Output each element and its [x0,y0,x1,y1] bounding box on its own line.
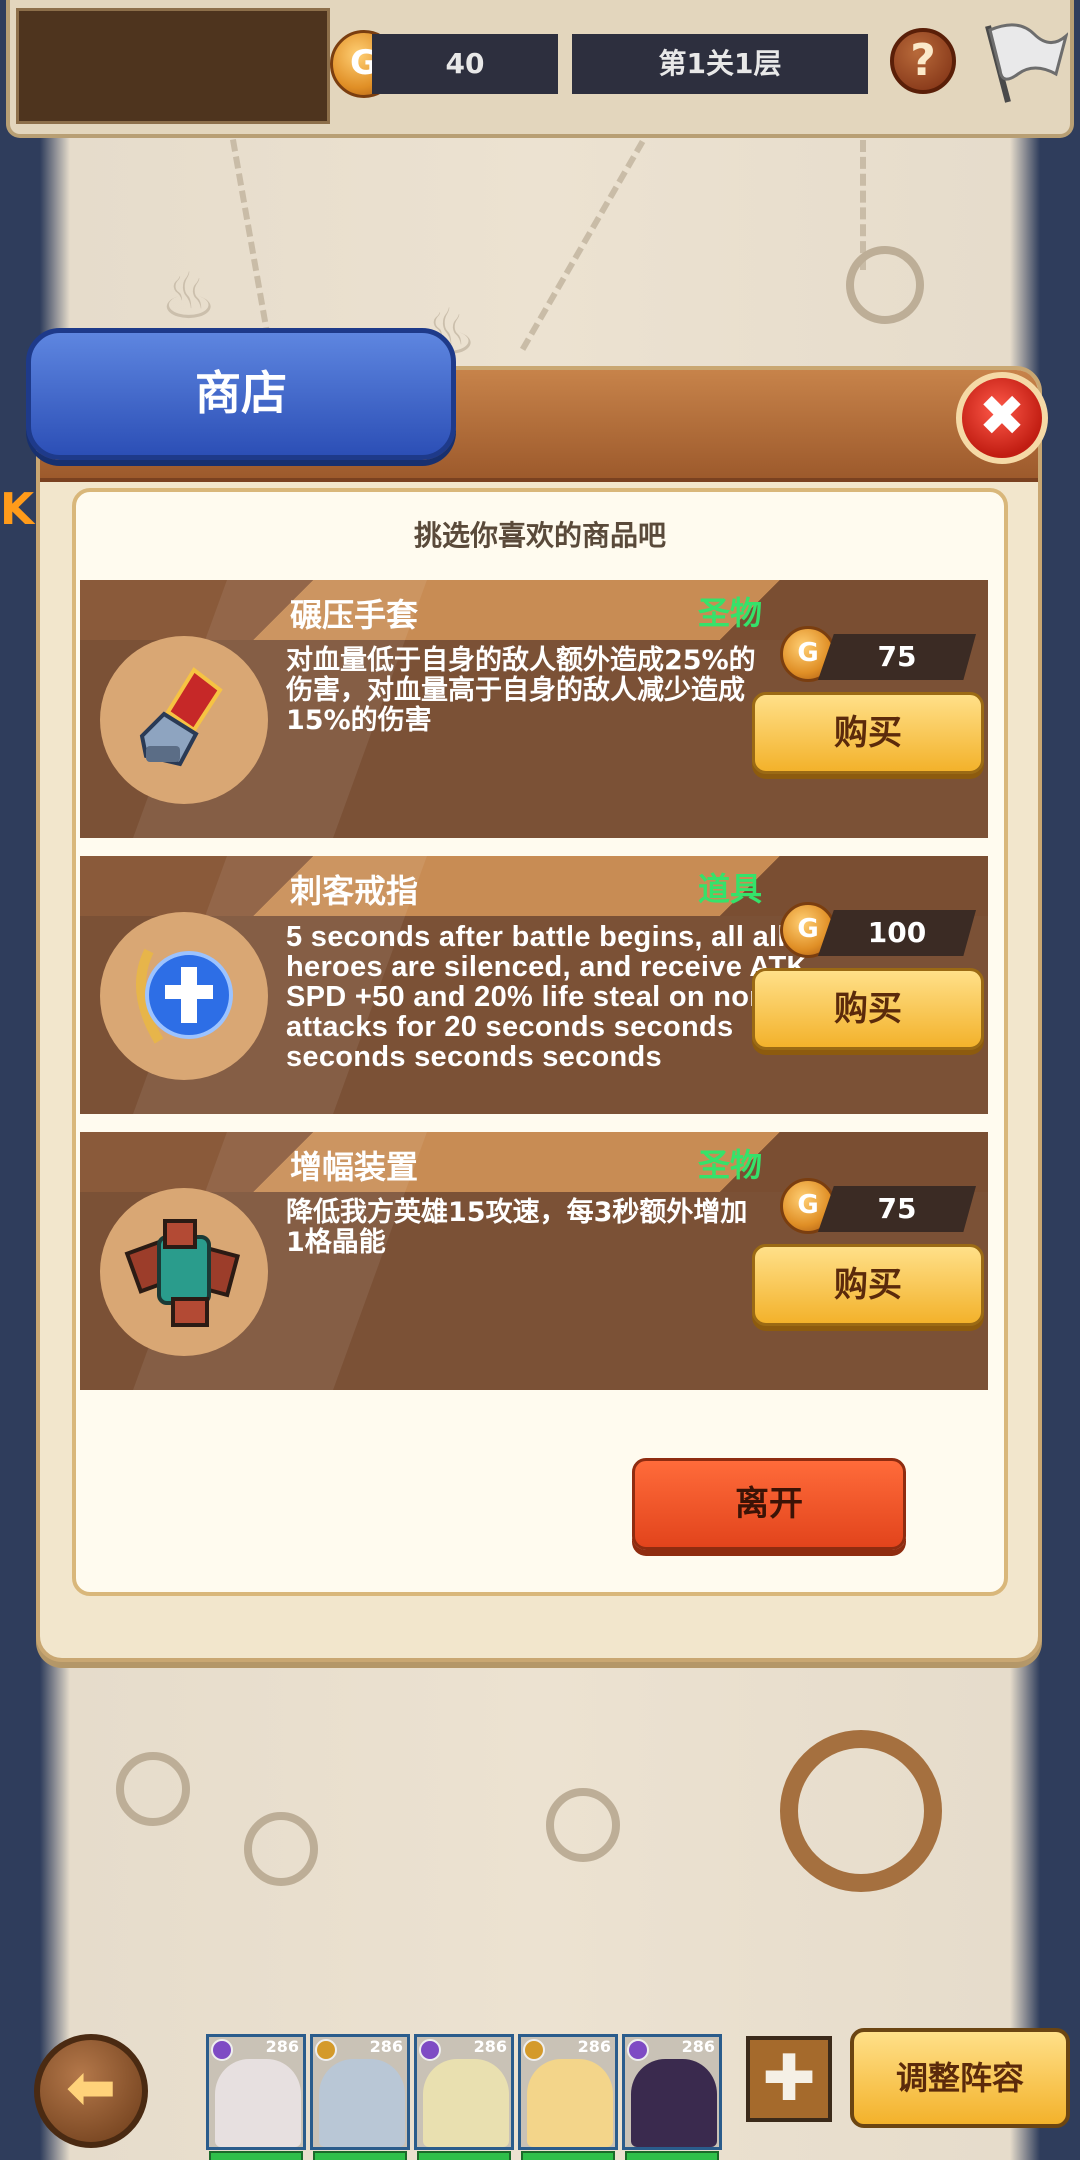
buy-button[interactable]: 购买 [752,1244,984,1326]
surrender-flag-icon[interactable] [978,18,1068,108]
hero-portrait [423,2059,509,2147]
hero-slot[interactable]: 286 [414,2034,514,2160]
hero-hp-bar [209,2151,303,2160]
hero-hp-bar [625,2151,719,2160]
hero-hp-bar [313,2151,407,2160]
item-price: 100 [818,910,976,956]
back-arrow-icon[interactable]: ⬅ [34,2034,148,2148]
boss-devil-icon [780,1730,942,1892]
devil-face-icon [546,1788,620,1862]
hero-level: 286 [473,2037,507,2056]
level-indicator: 第1关1层 [572,34,868,94]
devil-face-icon [116,1752,190,1826]
item-name: 刺客戒指 [290,872,419,910]
devil-face-icon [244,1812,318,1886]
hero-class-badge-icon [315,2039,337,2061]
shop-subtitle: 挑选你喜欢的商品吧 [413,519,666,552]
hero-hp-bar [417,2151,511,2160]
hero-slot[interactable]: 286 [518,2034,618,2160]
item-type: 圣物 [697,594,762,632]
item-name: 碾压手套 [290,596,419,634]
item-name: 增幅装置 [290,1148,419,1186]
hero-class-badge-icon [211,2039,233,2061]
hero-slot[interactable]: 286 [310,2034,410,2160]
amplifier-device-icon [100,1188,268,1356]
hero-portrait [319,2059,405,2147]
hero-portrait [215,2059,301,2147]
blue-cross-orb-icon [100,912,268,1080]
hero-level: 286 [369,2037,403,2056]
buy-button[interactable]: 购买 [752,692,984,774]
item-type: 圣物 [697,1146,762,1184]
help-button[interactable]: ? [890,28,956,94]
item-description: 降低我方英雄15攻速，每3秒额外增加1格晶能 [286,1197,748,1258]
devil-face-icon [846,246,924,324]
buy-button[interactable]: 购买 [752,968,984,1050]
hero-slot[interactable]: 286 [622,2034,722,2160]
item-type: 道具 [697,870,762,908]
shop-item-card: 增幅装置 圣物 降低我方英雄15攻速，每3秒额外增加1格晶能 G 75 购买 [80,1132,988,1390]
hero-level: 286 [265,2037,299,2056]
hero-slot[interactable]: 286 [206,2034,306,2160]
player-avatar-box [16,8,330,124]
shop-item-card: 刺客戒指 道具 5 seconds after battle begins, a… [80,856,988,1114]
item-price: 75 [818,634,976,680]
hero-level: 286 [681,2037,715,2056]
hero-hp-bar [521,2151,615,2160]
shop-title: 商店 [26,328,456,460]
item-price: 75 [818,1186,976,1232]
leave-button[interactable]: 离开 [632,1458,906,1550]
add-hero-icon[interactable]: ✚ [746,2036,832,2122]
shop-item-card: 碾压手套 圣物 对血量低于自身的敌人额外造成25%的伤害，对血量高于自身的敌人减… [80,580,988,838]
hot-spring-icon: ♨ [160,260,218,334]
hero-portrait [631,2059,717,2147]
gauntlet-icon [100,636,268,804]
hero-class-badge-icon [523,2039,545,2061]
coin-amount: 40 [372,34,558,94]
hero-class-badge-icon [627,2039,649,2061]
adjust-team-button[interactable]: 调整阵容 [850,2028,1070,2128]
item-description: 对血量低于自身的敌人额外造成25%的伤害，对血量高于自身的敌人减少造成15%的伤… [286,645,756,736]
hero-class-badge-icon [419,2039,441,2061]
hero-portrait [527,2059,613,2147]
hero-level: 286 [577,2037,611,2056]
close-button[interactable]: ✖ [956,372,1048,464]
